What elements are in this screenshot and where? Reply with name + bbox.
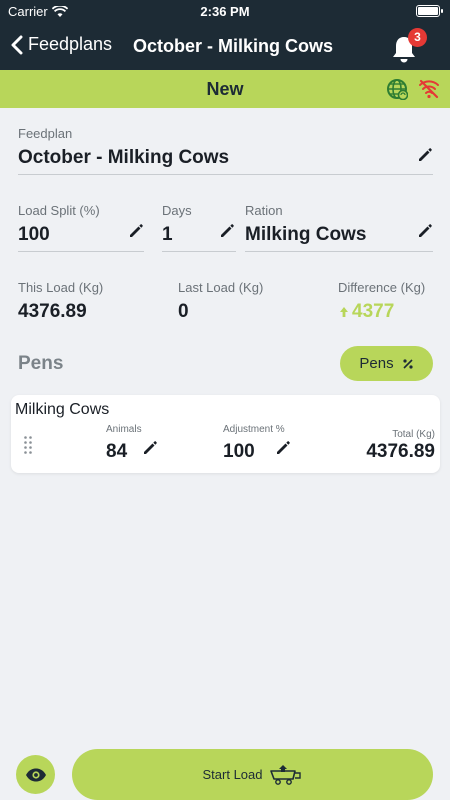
start-load-label: Start Load xyxy=(202,767,263,782)
pens-button-label: Pens xyxy=(359,355,394,372)
difference-value: 4377 xyxy=(339,301,394,323)
feedplan-label: Feedplan xyxy=(18,126,73,141)
ration-value[interactable]: Milking Cows xyxy=(245,224,366,246)
difference-number: 4377 xyxy=(352,301,395,322)
battery-icon xyxy=(416,5,443,17)
last-load-value: 0 xyxy=(178,301,189,322)
start-load-button[interactable]: Start Load xyxy=(72,749,433,800)
eye-icon xyxy=(25,768,46,781)
days-underline xyxy=(162,251,236,252)
status-bar: Carrier 2:36 PM xyxy=(0,0,450,22)
feedplan-underline xyxy=(18,174,433,175)
last-load-label: Last Load (Kg) xyxy=(178,280,264,295)
load-split-label: Load Split (%) xyxy=(18,203,100,218)
edit-load-split-icon[interactable] xyxy=(128,223,144,239)
notifications-button[interactable]: 3 xyxy=(390,28,427,64)
animals-value[interactable]: 84 xyxy=(106,441,127,463)
feed-wagon-icon xyxy=(269,764,301,785)
drag-handle-icon[interactable] xyxy=(23,435,33,457)
total-value: 4376.89 xyxy=(366,441,435,462)
clock: 2:36 PM xyxy=(200,4,250,19)
arrow-up-icon xyxy=(340,307,348,317)
back-button[interactable]: Feedplans xyxy=(10,34,112,55)
feedplan-value[interactable]: October - Milking Cows xyxy=(18,147,229,169)
percent-icon xyxy=(402,358,413,369)
edit-ration-icon[interactable] xyxy=(417,223,433,239)
adjustment-value[interactable]: 100 xyxy=(223,441,255,463)
difference-label: Difference (Kg) xyxy=(338,280,426,295)
globe-sync-icon[interactable] xyxy=(386,78,408,100)
total-label: Total (Kg) xyxy=(392,429,435,440)
days-label: Days xyxy=(162,203,192,218)
adjustment-label: Adjustment % xyxy=(223,424,285,435)
nav-bar: Feedplans October - Milking Cows 3 xyxy=(0,22,450,70)
chevron-left-icon xyxy=(11,35,23,54)
ration-label: Ration xyxy=(245,203,283,218)
days-value[interactable]: 1 xyxy=(162,224,173,246)
pens-section-title: Pens xyxy=(18,353,64,374)
status-header: New xyxy=(0,70,450,108)
pen-name: Milking Cows xyxy=(15,401,110,418)
pen-card[interactable]: Milking Cows Animals 84 Adjustment % 100… xyxy=(11,395,440,473)
animals-label: Animals xyxy=(106,424,142,435)
notification-badge: 3 xyxy=(408,28,427,47)
page-title: October - Milking Cows xyxy=(133,36,334,56)
this-load-label: This Load (Kg) xyxy=(18,280,104,295)
edit-feedplan-icon[interactable] xyxy=(417,147,433,163)
pens-adjust-button[interactable]: Pens xyxy=(340,346,433,381)
load-split-underline xyxy=(18,251,144,252)
load-split-value[interactable]: 100 xyxy=(18,224,50,246)
edit-animals-icon[interactable] xyxy=(142,440,158,456)
ration-underline xyxy=(245,251,433,252)
edit-days-icon[interactable] xyxy=(219,223,235,239)
preview-button[interactable] xyxy=(16,755,55,794)
back-label: Feedplans xyxy=(28,34,113,54)
this-load-value: 4376.89 xyxy=(18,301,87,322)
edit-adjustment-icon[interactable] xyxy=(275,440,291,456)
header-label: New xyxy=(206,79,244,99)
wifi-off-icon[interactable] xyxy=(418,78,440,100)
